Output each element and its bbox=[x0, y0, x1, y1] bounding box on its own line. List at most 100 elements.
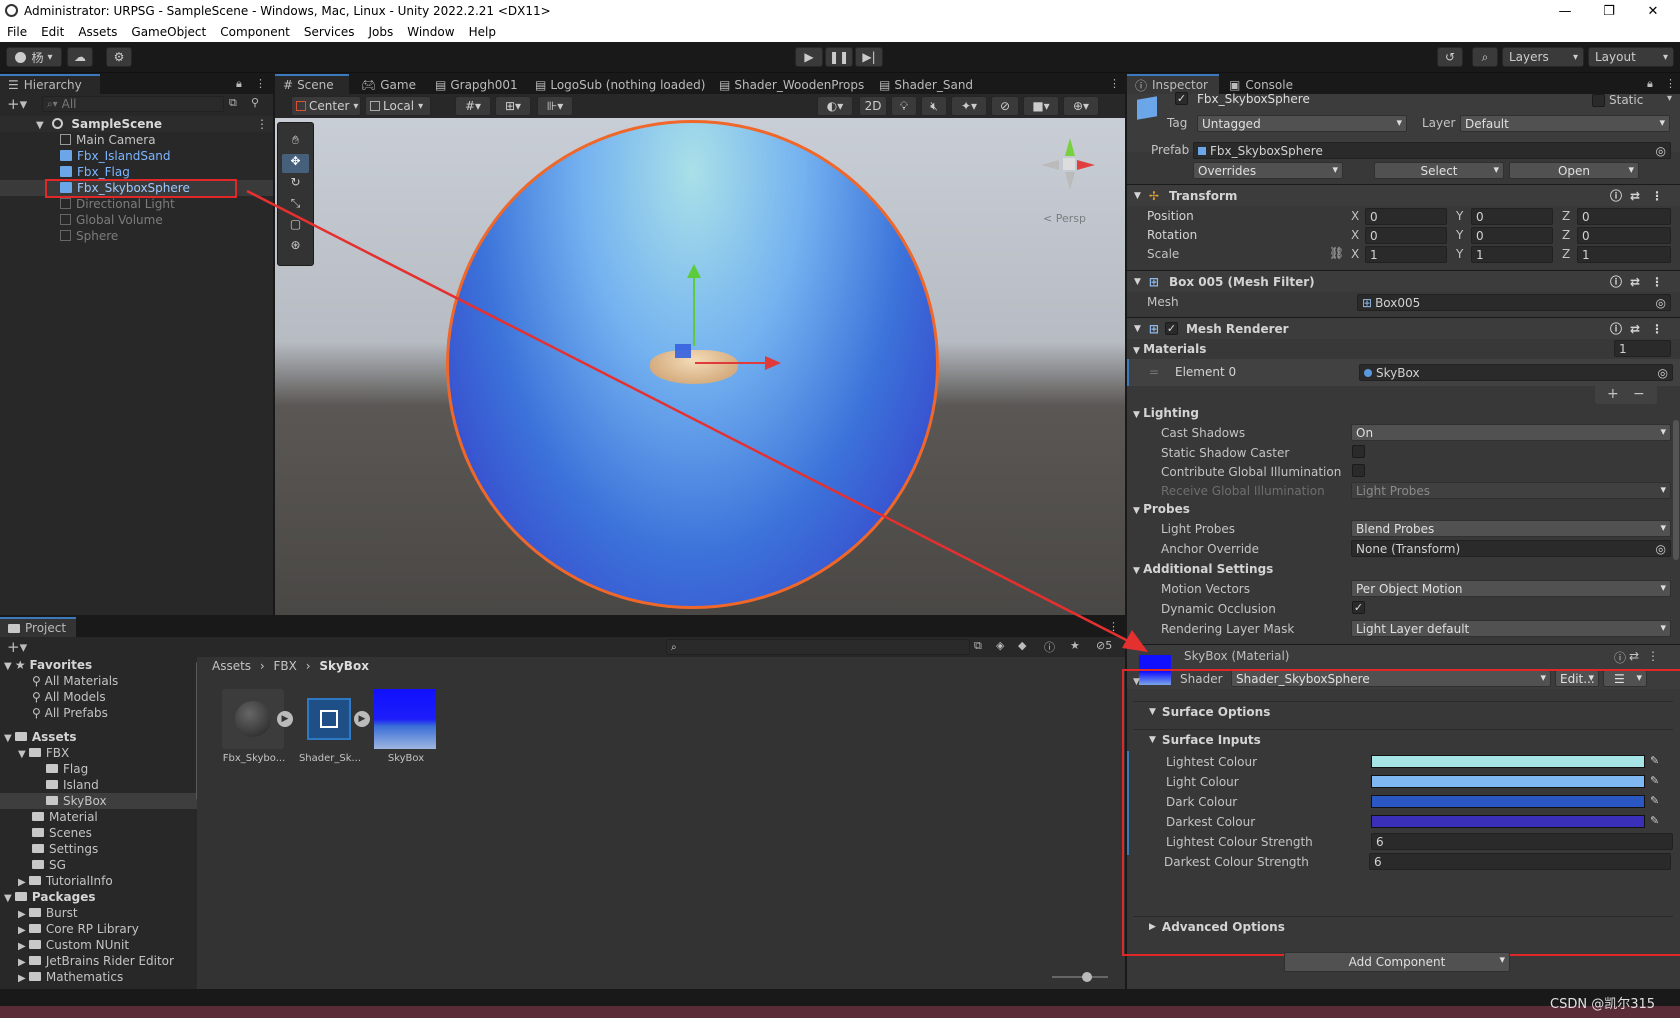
folder-item[interactable]: SG bbox=[32, 857, 66, 873]
lock-icon[interactable]: 🔒︎ bbox=[1647, 77, 1653, 91]
asset-tile[interactable]: SkyBox bbox=[374, 689, 438, 773]
preset-icon[interactable]: ⇄ bbox=[1630, 322, 1640, 336]
hierarchy-item[interactable]: Sphere bbox=[60, 228, 118, 244]
zoom-slider-thumb[interactable] bbox=[1082, 972, 1092, 982]
cast-shadows-dropdown[interactable]: On bbox=[1351, 424, 1671, 441]
tag-dropdown[interactable]: Untagged bbox=[1197, 115, 1407, 132]
remove-element-icon[interactable]: − bbox=[1633, 386, 1645, 402]
services-button[interactable]: ⚙ bbox=[106, 47, 132, 67]
gizmo-y-arrow-icon[interactable] bbox=[687, 264, 701, 278]
menu-services[interactable]: Services bbox=[297, 25, 362, 39]
tab-project[interactable]: Project bbox=[0, 617, 76, 637]
help-icon[interactable]: ⓘ bbox=[1610, 273, 1622, 290]
object-picker-icon[interactable]: ◎ bbox=[1658, 366, 1668, 380]
account-button[interactable]: 杨 ▾ bbox=[6, 47, 62, 67]
expand-arrow-icon[interactable]: ▶ bbox=[354, 711, 370, 727]
drag-handle-icon[interactable]: = bbox=[1149, 365, 1159, 379]
hierarchy-item[interactable]: Fbx_Flag bbox=[60, 164, 130, 180]
package-item[interactable]: ▶ JetBrains Rider Editor bbox=[18, 953, 174, 969]
rotation-x-field[interactable]: 0 bbox=[1365, 227, 1447, 244]
layers-dropdown[interactable]: Layers ▾ bbox=[1502, 47, 1584, 67]
hierarchy-item[interactable]: Main Camera bbox=[60, 132, 156, 148]
hierarchy-item[interactable]: Global Volume bbox=[60, 212, 163, 228]
scene-viewport[interactable]: < Persp bbox=[275, 118, 1125, 615]
mesh-renderer-enabled-checkbox[interactable]: ✓ bbox=[1164, 322, 1178, 335]
object-picker-icon[interactable]: ◎ bbox=[1656, 144, 1666, 158]
materials-foldout[interactable]: ▼ Materials bbox=[1133, 342, 1206, 356]
add-icon[interactable]: +▾ bbox=[7, 638, 27, 656]
tab-logosub[interactable]: ▤ LogoSub (nothing loaded) bbox=[527, 74, 713, 94]
star-icon[interactable]: ★ bbox=[1070, 639, 1080, 652]
breadcrumb-assets[interactable]: Assets bbox=[212, 659, 251, 673]
more-icon[interactable]: ⋮ bbox=[1647, 649, 1659, 663]
minimize-icon[interactable]: — bbox=[1542, 0, 1588, 22]
menu-edit[interactable]: Edit bbox=[34, 25, 71, 39]
object-picker-icon[interactable]: ◎ bbox=[1656, 542, 1666, 556]
preset-icon[interactable]: ⇄ bbox=[1630, 189, 1640, 203]
camera-dropdown[interactable]: ■▾ bbox=[1023, 96, 1059, 116]
menu-assets[interactable]: Assets bbox=[71, 25, 124, 39]
package-item[interactable]: ▶ Core RP Library bbox=[18, 921, 139, 937]
static-checkbox[interactable] bbox=[1592, 94, 1605, 107]
tree-scrollbar[interactable] bbox=[196, 661, 197, 801]
layer-dropdown[interactable]: Default bbox=[1460, 115, 1670, 132]
asset-tile[interactable]: Fbx_Skybo... bbox=[222, 689, 286, 773]
step-button[interactable]: ▶| bbox=[855, 47, 883, 67]
folder-item[interactable]: Scenes bbox=[32, 825, 92, 841]
space-dropdown[interactable]: Local ▾ bbox=[365, 96, 431, 116]
help-icon[interactable]: ⓘ bbox=[1610, 187, 1622, 204]
tab-hierarchy[interactable]: ☰ Hierarchy bbox=[0, 74, 100, 94]
grid-snap-button[interactable]: #▾ bbox=[455, 96, 491, 116]
restore-icon[interactable]: ❐ bbox=[1586, 0, 1632, 22]
more-icon[interactable]: ⋮ bbox=[256, 116, 268, 132]
hierarchy-search-input[interactable]: ⌕▾ All bbox=[42, 96, 224, 112]
lock-icon[interactable]: 🔒︎ bbox=[236, 77, 242, 91]
light-probes-dropdown[interactable]: Blend Probes bbox=[1351, 520, 1671, 537]
mesh-renderer-header[interactable]: ▼ ⊞ ✓ Mesh Renderer ⓘ ⇄ ⋮ bbox=[1127, 317, 1680, 339]
tab-inspector[interactable]: ⓘ Inspector bbox=[1127, 74, 1219, 94]
position-y-field[interactable]: 0 bbox=[1471, 208, 1553, 225]
move-tool-button[interactable]: ✥ bbox=[282, 154, 309, 173]
persp-label[interactable]: < Persp bbox=[1043, 212, 1086, 225]
menu-component[interactable]: Component bbox=[213, 25, 297, 39]
favorite-item[interactable]: ⚲ All Prefabs bbox=[32, 705, 108, 721]
close-icon[interactable]: ✕ bbox=[1630, 0, 1676, 22]
more-icon[interactable]: ⋮ bbox=[1665, 77, 1676, 90]
inspector-scrollbar[interactable] bbox=[1673, 420, 1679, 560]
add-component-button[interactable]: Add Component bbox=[1284, 952, 1510, 972]
gizmos-dropdown[interactable]: ⊕▾ bbox=[1063, 96, 1099, 116]
scale-x-field[interactable]: 1 bbox=[1365, 246, 1447, 263]
pause-button[interactable]: ❚❚ bbox=[825, 47, 853, 67]
rect-tool-button[interactable]: ▢ bbox=[282, 217, 309, 236]
draw-mode-button[interactable]: ◐▾ bbox=[817, 96, 853, 116]
menu-file[interactable]: File bbox=[0, 25, 34, 39]
materials-count-field[interactable]: 1 bbox=[1614, 340, 1671, 357]
hierarchy-item[interactable]: Directional Light bbox=[60, 196, 175, 212]
static-dropdown-icon[interactable]: ▾ bbox=[1667, 93, 1672, 104]
constrain-proportions-icon[interactable]: ⛓ bbox=[1329, 246, 1344, 260]
info-icon[interactable]: ⓘ bbox=[1044, 639, 1055, 655]
folder-item-selected[interactable]: SkyBox bbox=[0, 793, 197, 809]
rotation-y-field[interactable]: 0 bbox=[1471, 227, 1553, 244]
folder-item[interactable]: Material bbox=[32, 809, 98, 825]
more-icon[interactable]: ⋮ bbox=[1651, 275, 1663, 289]
cloud-button[interactable]: ☁ bbox=[67, 47, 93, 67]
position-x-field[interactable]: 0 bbox=[1365, 208, 1447, 225]
gizmo-x-arrow-icon[interactable] bbox=[765, 356, 781, 370]
preset-icon[interactable]: ⇄ bbox=[1630, 275, 1640, 289]
mesh-field[interactable]: ⊞ Box005 ◎ bbox=[1357, 294, 1671, 311]
view-tool-button[interactable]: ✋︎ bbox=[282, 133, 309, 152]
assets-header[interactable]: ▼ Assets bbox=[4, 729, 76, 745]
tab-shader-sand[interactable]: ▤ Shader_Sand bbox=[871, 74, 981, 94]
asset-tile[interactable]: Shader_Sk... bbox=[298, 689, 362, 773]
more-icon[interactable]: ⋮ bbox=[255, 77, 266, 90]
play-button[interactable]: ▶ bbox=[795, 47, 823, 67]
pivot-dropdown[interactable]: Center ▾ bbox=[291, 96, 361, 116]
add-element-icon[interactable]: + bbox=[1607, 386, 1619, 402]
rendering-layer-mask-dropdown[interactable]: Light Layer default bbox=[1351, 620, 1671, 637]
object-name-field[interactable]: Fbx_SkyboxSphere bbox=[1197, 92, 1310, 106]
layout-dropdown[interactable]: Layout ▾ bbox=[1588, 47, 1674, 67]
search-button[interactable]: ⌕ bbox=[1472, 47, 1498, 67]
more-icon[interactable]: ⋮ bbox=[1651, 322, 1663, 336]
probes-foldout[interactable]: ▼ Probes bbox=[1133, 502, 1190, 516]
